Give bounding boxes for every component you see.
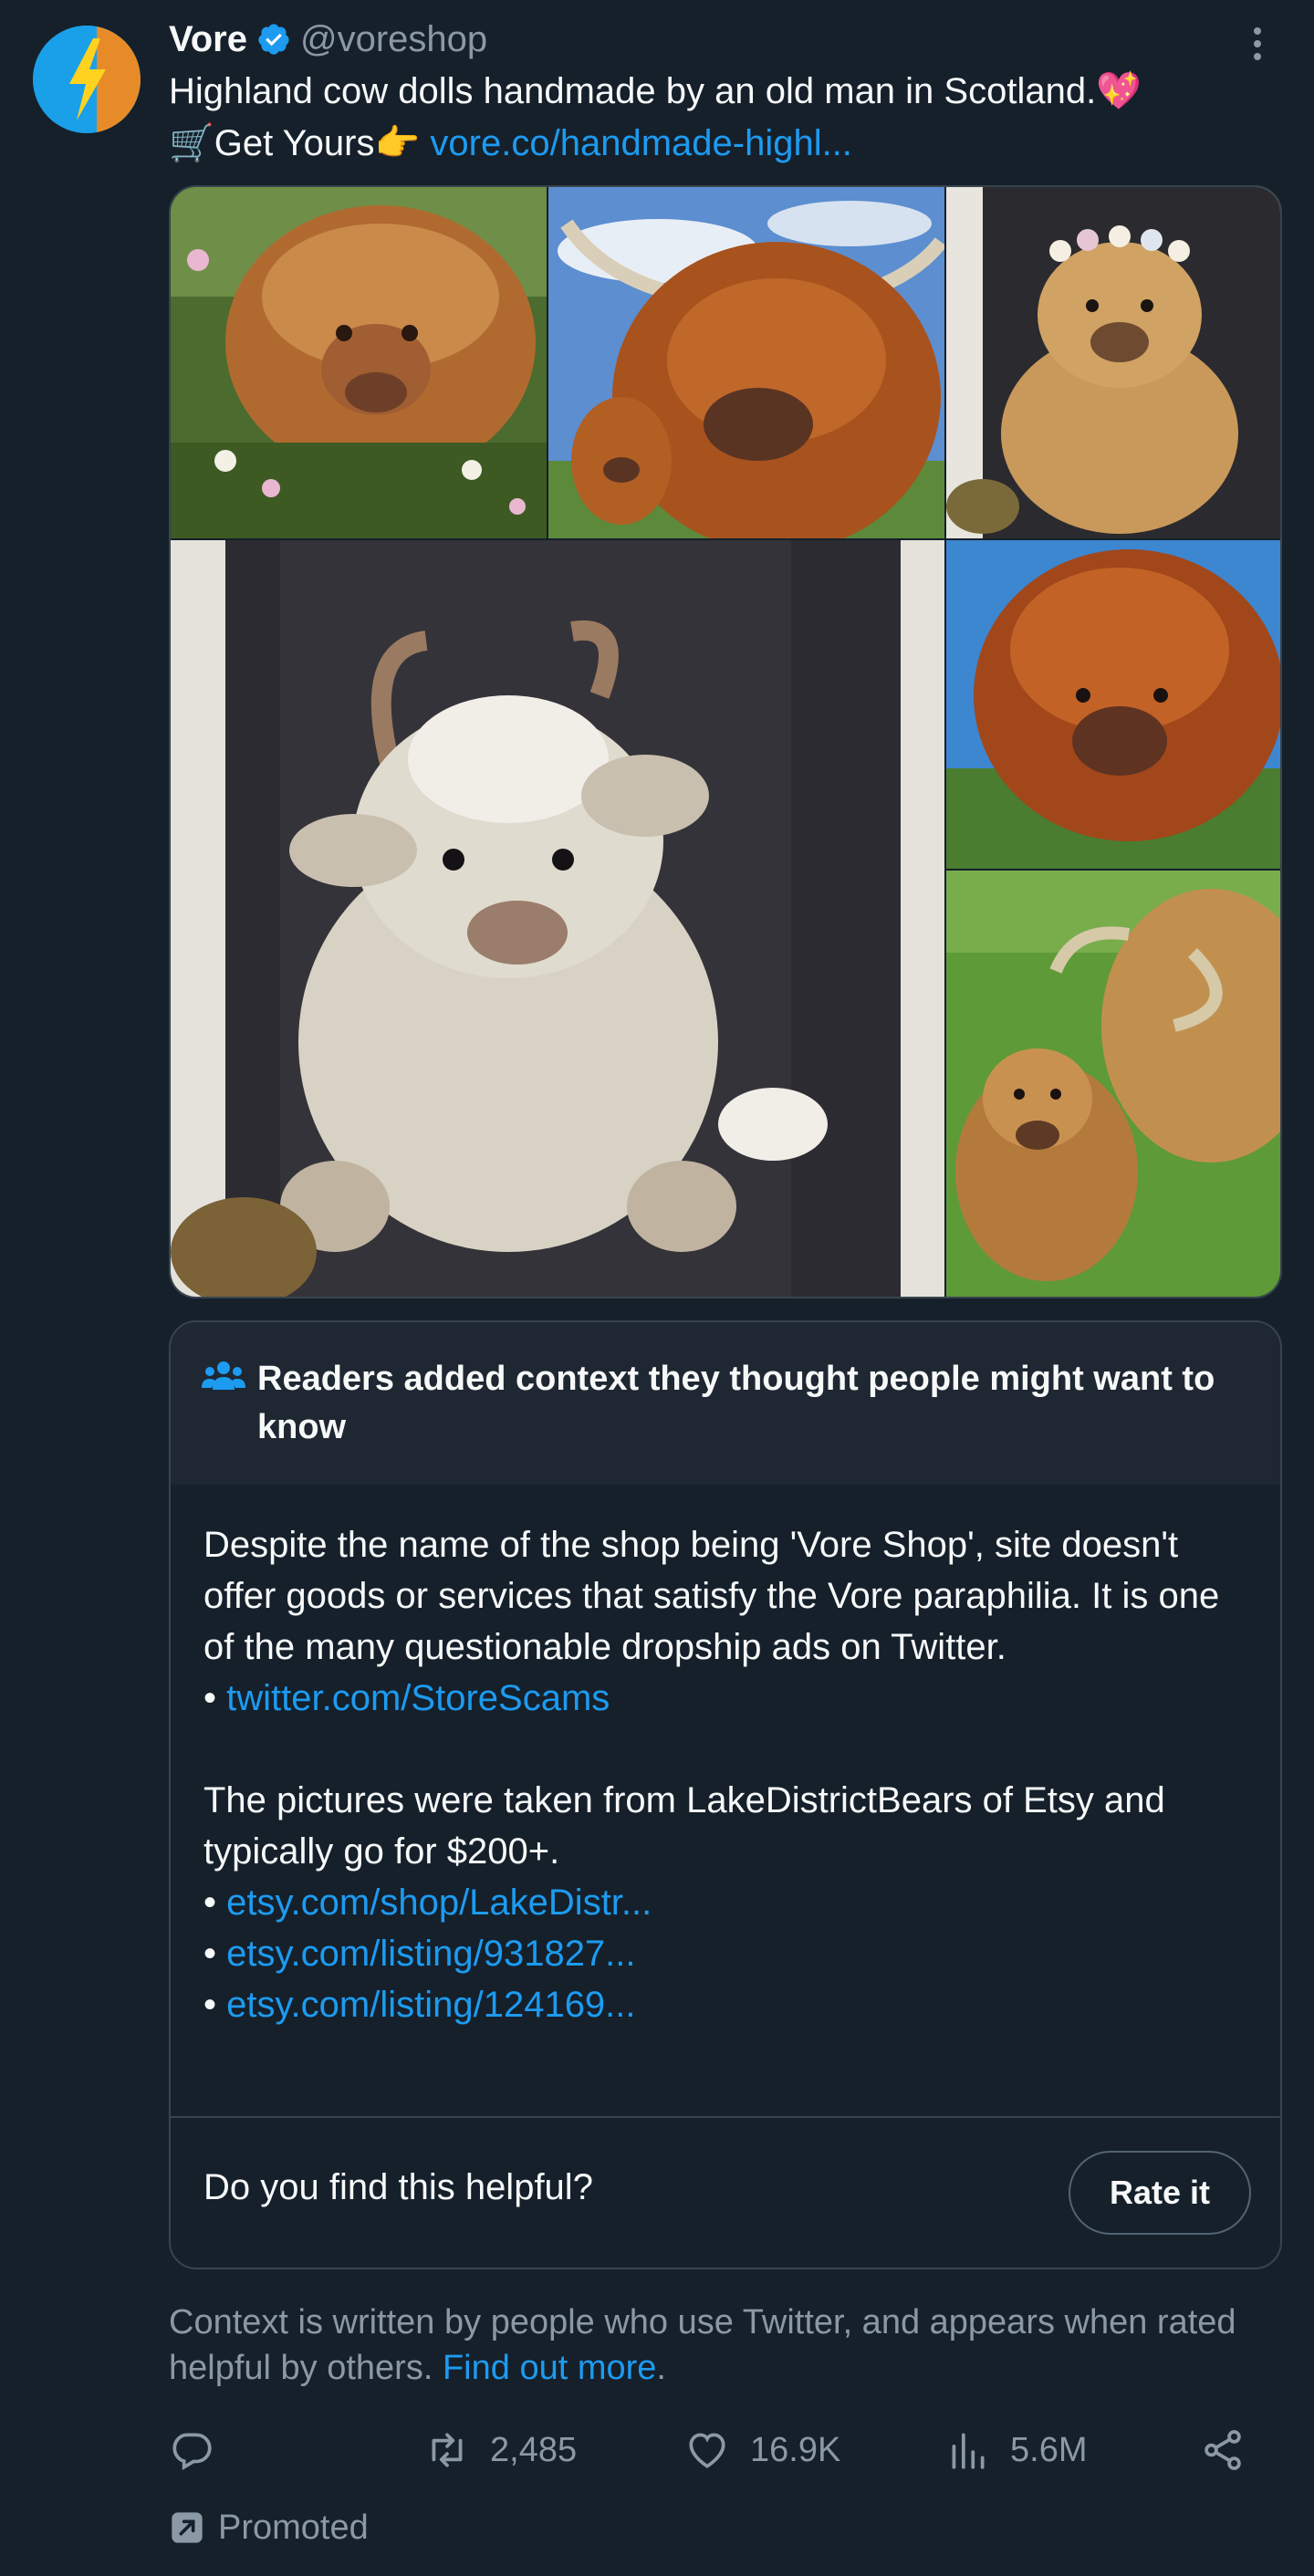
reply-button[interactable] — [169, 2418, 235, 2482]
context-footer: Context is written by people who use Twi… — [169, 2300, 1282, 2391]
divider — [171, 2116, 1280, 2118]
bullet: • — [203, 1985, 217, 2025]
retweet-button[interactable]: 2,485 — [424, 2418, 577, 2482]
photo-calf-in-flowers[interactable] — [171, 187, 547, 538]
promoted-icon — [172, 2512, 203, 2543]
note-link-row: • twitter.com/StoreScams — [203, 1673, 1253, 1724]
promoted-text: Promoted — [218, 2508, 369, 2547]
heart-icon — [689, 2433, 725, 2468]
like-button[interactable]: 16.9K — [684, 2418, 840, 2482]
find-out-more-link[interactable]: Find out more — [443, 2349, 656, 2387]
author-name[interactable]: Vore — [169, 19, 247, 60]
bullet: • — [203, 1882, 217, 1923]
helpful-question: Do you find this helpful? — [203, 2167, 593, 2207]
rate-it-button[interactable]: Rate it — [1069, 2151, 1251, 2235]
community-note-heading: Readers added context they thought peopl… — [257, 1360, 1215, 1446]
tweet-text-line2: 🛒Get Yours👉 vore.co/handmade-highl... — [169, 118, 1282, 170]
note-link-row: • etsy.com/listing/931827... — [203, 1928, 1253, 1979]
tweet-text-line1: Highland cow dolls handmade by an old ma… — [169, 71, 1142, 111]
share-icon — [1204, 2430, 1241, 2470]
bullet: • — [203, 1934, 217, 1974]
context-footer-period: . — [656, 2349, 666, 2387]
views-count: 5.6M — [1010, 2430, 1088, 2469]
retweet-count: 2,485 — [490, 2430, 578, 2469]
retweet-icon — [432, 2433, 463, 2467]
share-button[interactable] — [1200, 2418, 1266, 2482]
like-count: 16.9K — [750, 2430, 841, 2469]
context-footer-text: Context is written by people who use Twi… — [169, 2303, 1236, 2387]
photo-cow-and-calf-field[interactable] — [946, 871, 1280, 1297]
photo-plush-with-flower-crown[interactable] — [946, 187, 1280, 538]
lightning-bolt-logo-icon — [33, 26, 141, 133]
avatar[interactable] — [33, 26, 141, 133]
community-note-header: Readers added context they thought peopl… — [171, 1322, 1280, 1485]
action-bar: 2,485 16.9K 5.6M — [169, 2418, 1300, 2482]
note-link-etsy-shop[interactable]: etsy.com/shop/LakeDistr... — [226, 1882, 652, 1923]
reply-icon — [172, 2433, 212, 2471]
community-note-body: Despite the name of the shop being 'Vore… — [203, 1519, 1253, 2030]
tweet-cta-text: 🛒Get Yours👉 — [169, 123, 421, 163]
bullet: • — [203, 1678, 217, 1718]
more-options-icon[interactable] — [1239, 20, 1276, 66]
promoted-label: Promoted — [169, 2505, 369, 2550]
photo-brown-cow-closeup[interactable] — [946, 540, 1280, 869]
note-link-etsy-listing-2[interactable]: etsy.com/listing/124169... — [226, 1985, 635, 2025]
tweet-link[interactable]: vore.co/handmade-highl... — [430, 123, 852, 163]
photo-white-plush-held[interactable] — [171, 540, 944, 1297]
verified-badge-icon — [256, 22, 291, 57]
note-link-row: • etsy.com/listing/124169... — [203, 1979, 1253, 2030]
note-link-row: • etsy.com/shop/LakeDistr... — [203, 1877, 1253, 1928]
photo-cow-with-horns[interactable] — [548, 187, 944, 538]
note-link-storescams[interactable]: twitter.com/StoreScams — [226, 1678, 610, 1718]
views-button[interactable]: 5.6M — [944, 2418, 1087, 2482]
tweet-text: Highland cow dolls handmade by an old ma… — [169, 66, 1282, 170]
author-handle[interactable]: @voreshop — [300, 19, 487, 60]
tweet-header: Vore @voreshop — [169, 13, 487, 66]
note-paragraph-1: Despite the name of the shop being 'Vore… — [203, 1525, 1220, 1667]
note-paragraph-2: The pictures were taken from LakeDistric… — [203, 1780, 1165, 1872]
community-note: Readers added context they thought peopl… — [169, 1320, 1282, 2269]
people-group-icon — [202, 1359, 245, 1395]
media-grid[interactable] — [169, 185, 1282, 1298]
note-link-etsy-listing-1[interactable]: etsy.com/listing/931827... — [226, 1934, 635, 1974]
views-chart-icon — [952, 2433, 985, 2469]
